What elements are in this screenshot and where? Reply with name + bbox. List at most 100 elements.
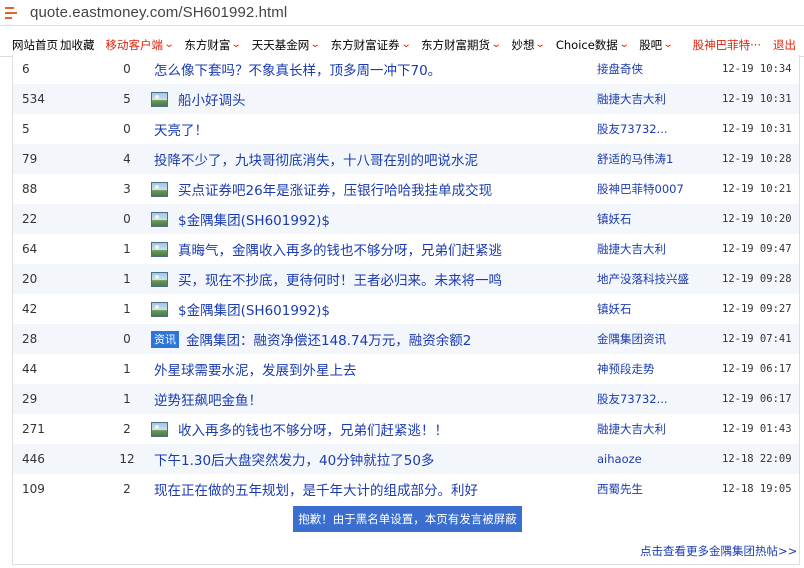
nav-item-4[interactable]: 天天基金网 ⌄ [241, 37, 321, 53]
post-title-link[interactable]: 怎么像下套吗？不象真长样，顶多周一冲下70。 [154, 59, 441, 79]
post-title-text: 金隅集团：融资净偿还148.74万元，融资余额2 [186, 333, 472, 349]
table-row: 446 12 下午1.30后大盘突然发力，40分钟就拉了50多 aihaoze 12-1… [13, 444, 799, 474]
author-link[interactable]: 金隅集团资讯 [597, 331, 666, 347]
site-list-icon [5, 6, 17, 20]
author-link[interactable]: 融捷大吉大利 [597, 91, 666, 107]
author-link[interactable]: aihaoze [597, 452, 642, 466]
post-title-link[interactable]: 收入再多的钱也不够分呀，兄弟们赶紧逃！！ [151, 419, 448, 439]
reply-count: 3 [123, 182, 131, 196]
post-time: 12-19 09:27 [722, 303, 792, 315]
post-time: 12-18 19:05 [722, 483, 792, 495]
table-row: 44 1 外星球需要水泥，发展到外星上去 神预段走势 12-19 06:17 [13, 354, 799, 384]
read-count: 28 [22, 332, 38, 346]
nav-item-9[interactable]: 股吧 ⌄ [628, 37, 674, 53]
post-time: 12-19 09:47 [722, 243, 792, 255]
author-link[interactable]: 镇妖石 [597, 301, 632, 317]
reply-count: 0 [123, 62, 131, 76]
author-link[interactable]: 股友73732... [597, 121, 668, 137]
nav-item-label: 股吧 [639, 37, 663, 52]
chevron-down-icon: ⌄ [662, 39, 674, 50]
nav-item-1[interactable]: 加收藏 [58, 37, 95, 53]
read-count: 42 [22, 302, 38, 316]
post-title-link[interactable]: 船小好调头 [151, 89, 246, 109]
post-title-link[interactable]: 外星球需要水泥，发展到外星上去 [154, 359, 357, 379]
url-text[interactable]: quote.eastmoney.com/SH601992.html [30, 4, 287, 21]
author-link[interactable]: 接盘奇侠 [597, 61, 643, 77]
table-row: 88 3 买点证券吧26年是涨证券，压银行哈哈我挂单成交现 股神巴菲特0007 12-1… [13, 174, 799, 204]
table-row: 5 0 天亮了！ 股友73732... 12-19 10:31 [13, 114, 799, 144]
address-bar[interactable]: quote.eastmoney.com/SH601992.html [0, 0, 804, 26]
post-title-link[interactable]: 逆势狂飙吧金鱼！ [154, 389, 262, 409]
author-link[interactable]: 舒适的马伟涛1 [597, 151, 673, 167]
post-title-text: $金隅集团(SH601992)$ [178, 213, 330, 229]
image-icon [151, 301, 168, 317]
image-icon [151, 271, 168, 287]
post-title-link[interactable]: $金隅集团(SH601992)$ [151, 209, 330, 229]
news-badge: 资讯 [151, 330, 179, 348]
post-title-link[interactable]: 投降不少了，九块哥彻底消失，十八哥在别的吧说水泥 [154, 149, 478, 169]
author-link[interactable]: 镇妖石 [597, 211, 632, 227]
table-row: 64 1 真晦气，金隅收入再多的钱也不够分呀，兄弟们赶紧逃 融捷大吉大利 12-19 0… [13, 234, 799, 264]
chevron-down-icon: ⌄ [490, 39, 502, 50]
table-row: 109 2 现在正在做的五年规划，是千年大计的组成部分。利好 西蜀先生 12-18 19… [13, 474, 799, 504]
reply-count: 1 [123, 392, 131, 406]
nav-item-2[interactable]: 移动客户端 ⌄ [95, 37, 175, 53]
image-icon [151, 421, 168, 437]
chevron-down-icon: ⌄ [310, 39, 321, 50]
post-title-link[interactable]: 现在正在做的五年规划，是千年大计的组成部分。利好 [154, 479, 478, 499]
nav-item-5[interactable]: 东方财富证券 ⌄ [320, 37, 412, 53]
post-time: 12-19 07:41 [722, 333, 792, 345]
nav-item-3[interactable]: 东方财富 ⌄ [173, 37, 242, 53]
post-title-link[interactable]: 真晦气，金隅收入再多的钱也不够分呀，兄弟们赶紧逃 [151, 239, 502, 259]
logout-link[interactable]: 退出 [761, 37, 796, 53]
nav-item-6[interactable]: 东方财富期货 ⌄ [410, 37, 502, 53]
nav-item-label: 加收藏 [60, 37, 95, 52]
post-time: 12-19 06:17 [722, 393, 792, 405]
post-time: 12-19 10:31 [722, 123, 792, 135]
author-link[interactable]: 地产没落科技兴盛 [597, 271, 689, 287]
table-row: 29 1 逆势狂飙吧金鱼！ 股友73732... 12-19 06:17 [13, 384, 799, 414]
reply-count: 1 [123, 302, 131, 316]
author-link[interactable]: 西蜀先生 [597, 481, 643, 497]
read-count: 109 [22, 482, 45, 496]
post-title-text: 买，现在不抄底，更待何时！王者必归来。未来将一鸣 [178, 273, 502, 289]
post-title-link[interactable]: 买点证券吧26年是涨证券，压银行哈哈我挂单成交现 [151, 179, 492, 199]
post-time: 12-19 10:31 [722, 93, 792, 105]
post-title-link[interactable]: 下午1.30后大盘突然发力，40分钟就拉了50多 [154, 449, 434, 469]
user-name-link[interactable]: 股神巴菲特··· [673, 37, 761, 53]
nav-item-0[interactable]: 网站首页 [0, 37, 58, 53]
author-link[interactable]: 神预段走势 [597, 361, 655, 377]
post-title-text: 收入再多的钱也不够分呀，兄弟们赶紧逃！！ [178, 423, 448, 439]
post-title-link[interactable]: 天亮了！ [154, 119, 208, 139]
table-row: 534 5 船小好调头 融捷大吉大利 12-19 10:31 [13, 84, 799, 114]
post-title-link[interactable]: $金隅集团(SH601992)$ [151, 299, 330, 319]
post-time: 12-19 10:28 [722, 153, 792, 165]
post-title-link[interactable]: 资讯 金隅集团：融资净偿还148.74万元，融资余额2 [151, 329, 472, 349]
read-count: 79 [22, 152, 38, 166]
author-link[interactable]: 股友73732... [597, 391, 668, 407]
post-time: 12-19 06:17 [722, 363, 792, 375]
blocked-posts-notice: 抱歉！由于黑名单设置，本页有发言被屏蔽 [293, 506, 522, 532]
more-hot-posts-link[interactable]: 点击查看更多金隅集团热帖>> [640, 543, 797, 559]
post-title-text: 现在正在做的五年规划，是千年大计的组成部分。利好 [154, 483, 478, 499]
nav-item-label: 东方财富 [184, 37, 231, 52]
post-title-link[interactable]: 买，现在不抄底，更待何时！王者必归来。未来将一鸣 [151, 269, 502, 289]
author-link[interactable]: 股神巴菲特0007 [597, 181, 684, 197]
post-title-text: 怎么像下套吗？不象真长样，顶多周一冲下70。 [154, 63, 442, 79]
reply-count: 1 [123, 362, 131, 376]
read-count: 20 [22, 272, 38, 286]
nav-item-label: 网站首页 [12, 37, 58, 52]
nav-item-8[interactable]: Choice数据 ⌄ [545, 37, 630, 53]
post-title-text: 投降不少了，九块哥彻底消失，十八哥在别的吧说水泥 [154, 153, 478, 169]
table-row: 6 0 怎么像下套吗？不象真长样，顶多周一冲下70。 接盘奇侠 12-19 10:34 [13, 54, 799, 84]
post-title-text: 外星球需要水泥，发展到外星上去 [154, 363, 357, 379]
chevron-down-icon: ⌄ [535, 39, 547, 50]
post-title-text: 真晦气，金隅收入再多的钱也不够分呀，兄弟们赶紧逃 [178, 243, 502, 259]
post-time: 12-18 22:09 [722, 453, 792, 465]
author-link[interactable]: 融捷大吉大利 [597, 421, 666, 437]
reply-count: 1 [123, 272, 131, 286]
nav-item-7[interactable]: 妙想 ⌄ [500, 37, 547, 53]
image-icon [151, 241, 168, 257]
author-link[interactable]: 融捷大吉大利 [597, 241, 666, 257]
read-count: 6 [22, 62, 30, 76]
